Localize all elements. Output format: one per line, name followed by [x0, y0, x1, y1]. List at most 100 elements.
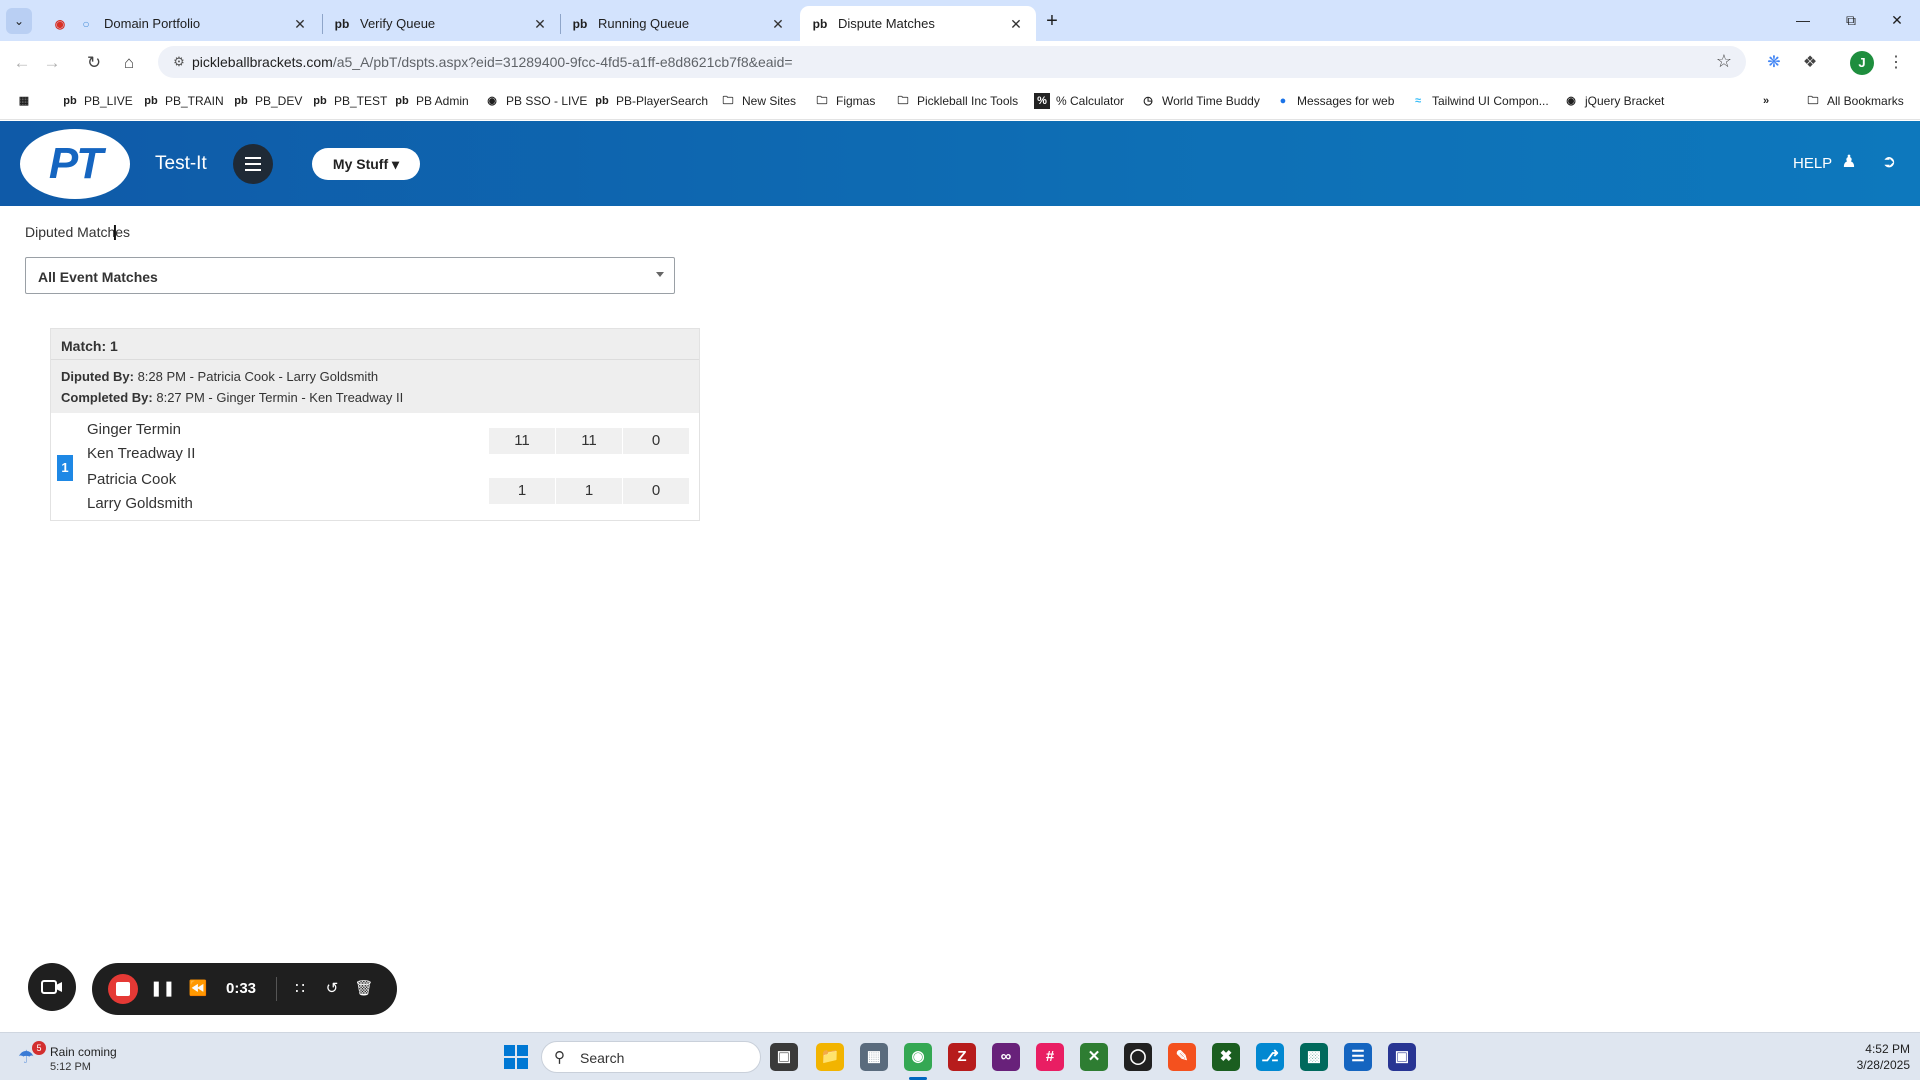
completed-by-line: Completed By: 8:27 PM - Ginger Termin - … [61, 390, 403, 405]
apps-grid-icon[interactable]: ▦ [16, 93, 38, 109]
tab-running-queue[interactable]: pb Running Queue ✕ [560, 6, 798, 41]
bookmark-pb-train[interactable]: pb PB_TRAIN [143, 93, 224, 109]
bookmark-pb-live[interactable]: pb PB_LIVE [62, 93, 132, 109]
bookmark-figmas[interactable]: 🗀 Figmas [814, 93, 876, 109]
chrome-icon[interactable]: ◉ [904, 1043, 932, 1071]
caret-down-icon: ▾ [392, 156, 400, 172]
logo[interactable]: PT [20, 129, 130, 199]
address-bar[interactable]: ⚙ pickleballbrackets.com/a5_A/pbT/dspts.… [158, 46, 1746, 78]
extensions-puzzle-icon[interactable]: ❖ [1798, 51, 1822, 75]
excel-tool-icon[interactable]: ✖ [1212, 1043, 1240, 1071]
close-icon[interactable]: ✕ [770, 16, 786, 32]
bookmark-label: Figmas [836, 94, 876, 108]
terminal-icon[interactable]: ▩ [1300, 1043, 1328, 1071]
pb-icon: pb [812, 16, 828, 31]
url-host: pickleballbrackets.com [192, 54, 333, 70]
password-manager-icon[interactable]: ◯ [1124, 1043, 1152, 1071]
network-tool-icon[interactable]: ⎇ [1256, 1043, 1284, 1071]
bookmark-jquery-bracket[interactable]: ◉ jQuery Bracket [1563, 93, 1664, 109]
bookmark-messages-for-web[interactable]: ● Messages for web [1275, 93, 1395, 109]
trash-icon[interactable]: 🗑 [352, 977, 376, 1001]
site-info-icon[interactable]: ⚙ [170, 53, 188, 71]
folder-icon: 🗀 [897, 95, 909, 107]
grid-dots-icon[interactable]: ∷ [288, 977, 312, 1001]
tab-search-chevron-icon[interactable]: ⌄ [6, 8, 32, 34]
stop-record-button[interactable] [108, 974, 138, 1004]
bookmark-star-icon[interactable]: ☆ [1716, 51, 1732, 72]
folder-icon: 🗀 [1807, 95, 1819, 107]
bookmark-world-time-buddy[interactable]: ◷ World Time Buddy [1140, 93, 1260, 109]
taskbar-search[interactable]: ⚲ Search [541, 1041, 761, 1073]
rewind-icon[interactable]: ⏪ [186, 977, 210, 1001]
home-icon[interactable]: ⌂ [115, 49, 143, 77]
recording-dot-icon: ◉ [54, 16, 66, 31]
bookmark-label: New Sites [742, 94, 797, 108]
window-close-icon[interactable]: ✕ [1882, 8, 1912, 32]
event-match-filter-select[interactable]: All Event Matches [25, 257, 675, 294]
extension-badge-icon[interactable]: ❋ [1762, 51, 1786, 75]
slack-icon[interactable]: # [1036, 1043, 1064, 1071]
help-link[interactable]: HELP [1793, 155, 1832, 172]
snipping-tool-icon[interactable]: ✕ [1080, 1043, 1108, 1071]
visual-studio-icon[interactable]: ∞ [992, 1043, 1020, 1071]
close-icon[interactable]: ✕ [292, 16, 308, 32]
back-arrow-icon[interactable]: ← [8, 49, 36, 77]
tab-domain-portfolio[interactable]: ◉ ○ Domain Portfolio ✕ [40, 6, 320, 41]
folder-icon: 🗀 [722, 95, 734, 107]
reload-icon[interactable]: ↻ [80, 49, 108, 77]
task-view-icon[interactable]: ▣ [770, 1043, 798, 1071]
filezilla-icon[interactable]: Z [948, 1043, 976, 1071]
windows-start-icon[interactable] [504, 1045, 528, 1069]
seed-badge: 1 [57, 455, 73, 481]
url-text[interactable]: pickleballbrackets.com/a5_A/pbT/dspts.as… [192, 54, 793, 70]
new-tab-plus-icon[interactable]: + [1040, 10, 1064, 34]
close-icon[interactable]: ✕ [532, 16, 548, 32]
divider [276, 977, 277, 1001]
pause-icon[interactable]: ❚❚ [150, 977, 175, 1001]
pen-tool-icon[interactable]: ✎ [1168, 1043, 1196, 1071]
file-explorer-icon[interactable]: 📁 [816, 1043, 844, 1071]
camera-icon[interactable] [28, 963, 76, 1011]
globe-icon: ◉ [487, 95, 497, 107]
bookmark-percent-calculator[interactable]: % % Calculator [1034, 93, 1124, 109]
more-menu-icon[interactable]: ⋮ [1884, 51, 1908, 75]
logout-icon[interactable]: ➲ [1878, 151, 1900, 173]
bookmark-tailwind-ui[interactable]: ≈ Tailwind UI Compon... [1410, 93, 1549, 109]
profile-avatar[interactable]: J [1850, 51, 1874, 75]
pb-icon: pb [144, 95, 158, 107]
bookmark-label: Messages for web [1297, 94, 1395, 108]
bookmark-new-sites[interactable]: 🗀 New Sites [720, 93, 797, 109]
bookmark-pb-playersearch[interactable]: pb PB-PlayerSearch [594, 93, 708, 109]
bookmarks-bar: ▦ pb PB_LIVE pb PB_TRAIN pb PB_DEV pb PB_TES… [0, 84, 1920, 120]
pb-icon: pb [334, 16, 350, 31]
calculator-icon[interactable]: ▦ [860, 1043, 888, 1071]
bookmark-pb-sso-live[interactable]: ◉ PB SSO - LIVE [484, 93, 587, 109]
bookmark-label: PB_DEV [255, 94, 303, 108]
apps-grid-icon: ▦ [18, 95, 30, 107]
all-bookmarks[interactable]: 🗀 All Bookmarks [1805, 93, 1904, 109]
bookmark-pickleball-inc-tools[interactable]: 🗀 Pickleball Inc Tools [895, 93, 1019, 109]
restart-icon[interactable]: ↺ [320, 977, 344, 1001]
forward-arrow-icon[interactable]: → [38, 49, 66, 77]
minimize-icon[interactable]: — [1788, 8, 1818, 32]
bookmark-pb-admin[interactable]: pb PB Admin [394, 93, 468, 109]
match-card-header: Match: 1 [51, 329, 699, 360]
remote-desktop-icon[interactable]: ▣ [1388, 1043, 1416, 1071]
tab-verify-queue[interactable]: pb Verify Queue ✕ [322, 6, 560, 41]
bookmark-pb-dev[interactable]: pb PB_DEV [233, 93, 302, 109]
user-icon[interactable]: ♟ [1838, 151, 1860, 173]
bookmark-label: PB_TRAIN [165, 94, 224, 108]
my-stuff-button[interactable]: My Stuff ▾ [312, 148, 420, 180]
system-clock[interactable]: 4:52 PM 3/28/2025 [1820, 1041, 1910, 1073]
restore-icon[interactable]: ⧉ [1836, 8, 1866, 32]
completed-by-label: Completed By: [61, 390, 153, 405]
tab-dispute-matches[interactable]: pb Dispute Matches ✕ [800, 6, 1036, 41]
bookmark-label: PB_TEST [334, 94, 388, 108]
close-icon[interactable]: ✕ [1008, 16, 1024, 32]
disputed-by-label: Diputed By: [61, 369, 134, 384]
pb-icon: pb [572, 16, 588, 31]
bookmark-pb-test[interactable]: pb PB_TEST [312, 93, 387, 109]
bookmarks-overflow-icon[interactable]: » [1758, 93, 1780, 109]
notepad-icon[interactable]: ☰ [1344, 1043, 1372, 1071]
hamburger-menu-icon[interactable] [233, 144, 273, 184]
